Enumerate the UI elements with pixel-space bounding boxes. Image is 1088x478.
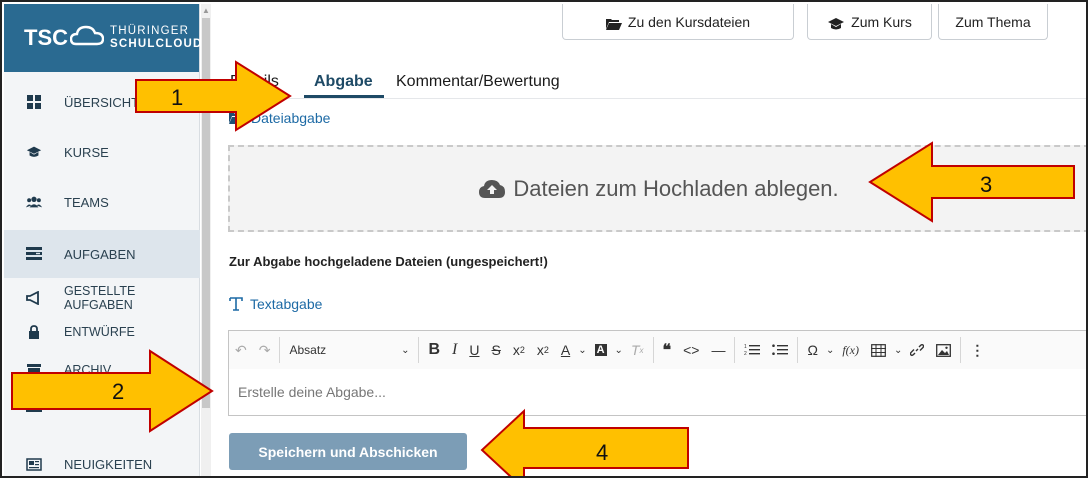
blockquote-icon[interactable]: ❝ bbox=[657, 336, 678, 364]
newspaper-icon bbox=[26, 456, 42, 472]
numbered-list-icon[interactable]: 12 bbox=[738, 336, 766, 364]
course-button[interactable]: Zum Kurs bbox=[807, 4, 932, 40]
bullhorn-icon bbox=[26, 290, 42, 306]
screenshot-frame: TSC THÜRINGER SCHULCLOUD ÜBERSICHT KURSE bbox=[0, 0, 1088, 478]
sidebar-item-label: KURSE bbox=[64, 144, 109, 160]
active-tab-indicator bbox=[304, 95, 384, 98]
course-files-button[interactable]: Zu den Kursdateien bbox=[562, 4, 794, 40]
cloud-logo-icon bbox=[69, 25, 105, 52]
logo-line2: SCHULCLOUD bbox=[110, 38, 203, 50]
chevron-down-icon: ⌄ bbox=[401, 344, 410, 356]
sidebar-subitem-drafts[interactable]: ENTWÜRFE bbox=[4, 320, 200, 344]
text-submission-link[interactable]: Textabgabe bbox=[229, 296, 322, 312]
tab-submission[interactable]: Abgabe bbox=[314, 73, 373, 91]
lock-icon bbox=[26, 324, 42, 340]
chevron-down-icon[interactable]: ⌄ bbox=[824, 336, 836, 364]
sidebar-item-tasks[interactable]: AUFGABEN bbox=[4, 230, 200, 278]
chevron-down-icon[interactable]: ⌄ bbox=[892, 336, 904, 364]
paragraph-format-select[interactable]: Absatz ⌄ bbox=[283, 336, 415, 364]
math-formula-icon[interactable]: f(x) bbox=[836, 336, 865, 364]
folder-open-icon bbox=[605, 18, 622, 30]
annotation-number-4: 4 bbox=[596, 440, 609, 465]
bold-icon[interactable]: B bbox=[422, 336, 446, 364]
sidebar-subitem-label: GESTELLTE AUFGABEN bbox=[64, 284, 136, 312]
font-background-color-icon[interactable]: A bbox=[589, 336, 613, 364]
scroll-up-icon[interactable]: ▲ bbox=[202, 6, 210, 16]
bulleted-list-icon[interactable] bbox=[766, 336, 794, 364]
uploaded-files-heading: Zur Abgabe hochgeladene Dateien (ungespe… bbox=[229, 254, 548, 269]
tab-divider bbox=[228, 98, 1086, 99]
editor-toolbar: ↶ ↷ Absatz ⌄ B I U S x2 x2 A ⌄ A ⌄ Tx ❝ … bbox=[228, 330, 1086, 370]
toolbar-divider bbox=[960, 337, 962, 363]
image-icon[interactable] bbox=[930, 336, 957, 364]
link-icon[interactable] bbox=[904, 336, 930, 364]
dropzone-text: Dateien zum Hochladen ablegen. bbox=[513, 175, 839, 201]
logo-abbr: TSC bbox=[24, 25, 68, 50]
logo-title: THÜRINGER SCHULCLOUD bbox=[110, 25, 203, 51]
subscript-icon[interactable]: x2 bbox=[507, 336, 531, 364]
text-submission-label: Textabgabe bbox=[250, 296, 323, 312]
italic-icon[interactable]: I bbox=[446, 336, 463, 364]
topic-button[interactable]: Zum Thema bbox=[938, 4, 1048, 40]
chevron-down-icon[interactable]: ⌄ bbox=[576, 336, 588, 364]
sidebar-item-label: ÜBERSICHT bbox=[64, 94, 140, 110]
toolbar-divider bbox=[797, 337, 799, 363]
logo-line1: THÜRINGER bbox=[110, 25, 190, 37]
tab-label: Kommentar/Bewertung bbox=[396, 73, 560, 90]
tab-label: Abgabe bbox=[314, 73, 373, 90]
superscript-icon[interactable]: x2 bbox=[531, 336, 555, 364]
tab-comment-grading[interactable]: Kommentar/Bewertung bbox=[396, 73, 560, 91]
course-files-label: Zu den Kursdateien bbox=[627, 14, 751, 30]
graduation-cap-icon bbox=[26, 144, 42, 160]
sidebar-subitem-label: ENTWÜRFE bbox=[64, 325, 135, 339]
toolbar-divider bbox=[418, 337, 420, 363]
topic-label: Zum Thema bbox=[955, 14, 1031, 30]
toolbar-divider bbox=[734, 337, 736, 363]
remove-format-icon[interactable]: Tx bbox=[625, 336, 650, 364]
table-icon[interactable] bbox=[865, 336, 892, 364]
font-color-icon[interactable]: A bbox=[555, 336, 576, 364]
toolbar-divider bbox=[652, 337, 654, 363]
submit-label: Speichern und Abschicken bbox=[258, 443, 438, 460]
annotation-arrow-1 bbox=[135, 60, 292, 132]
special-characters-icon[interactable]: Ω bbox=[801, 336, 823, 364]
annotation-number-1: 1 bbox=[171, 85, 184, 110]
redo-icon[interactable]: ↷ bbox=[253, 336, 277, 364]
strikethrough-icon[interactable]: S bbox=[485, 336, 506, 364]
sidebar-item-label: TEAMS bbox=[64, 194, 109, 210]
chevron-down-icon[interactable]: ⌄ bbox=[613, 336, 625, 364]
toolbar-divider bbox=[279, 337, 281, 363]
sidebar-item-label: AUFGABEN bbox=[64, 246, 136, 262]
dashboard-icon bbox=[26, 94, 42, 110]
annotation-number-3: 3 bbox=[980, 172, 993, 197]
sidebar-subitem-assigned[interactable]: GESTELLTE AUFGABEN bbox=[4, 284, 200, 312]
annotation-arrow-4 bbox=[480, 408, 689, 476]
more-options-icon[interactable]: ⋮ bbox=[964, 336, 990, 364]
save-and-submit-button[interactable]: Speichern und Abschicken bbox=[229, 433, 467, 470]
undo-icon[interactable]: ↶ bbox=[229, 336, 253, 364]
annotation-arrow-3 bbox=[868, 141, 1075, 223]
course-label: Zum Kurs bbox=[851, 14, 912, 30]
users-icon bbox=[26, 194, 42, 210]
editor-placeholder: Erstelle deine Abgabe... bbox=[238, 384, 386, 400]
annotation-number-2: 2 bbox=[112, 379, 125, 404]
horizontal-line-icon[interactable]: — bbox=[705, 336, 731, 364]
code-icon[interactable]: <> bbox=[677, 336, 705, 364]
sidebar-item-teams[interactable]: TEAMS bbox=[4, 184, 200, 220]
sidebar-item-news[interactable]: NEUIGKEITEN bbox=[4, 452, 200, 476]
cloud-upload-icon bbox=[479, 179, 506, 199]
text-format-icon bbox=[229, 297, 243, 311]
underline-icon[interactable]: U bbox=[463, 336, 485, 364]
sidebar-item-label: NEUIGKEITEN bbox=[64, 456, 153, 472]
tasks-icon bbox=[26, 246, 42, 262]
svg-text:1: 1 bbox=[744, 344, 747, 350]
sidebar-item-courses[interactable]: KURSE bbox=[4, 134, 200, 170]
paragraph-format-value: Absatz bbox=[289, 343, 327, 357]
graduation-cap-icon bbox=[827, 18, 845, 30]
svg-text:2: 2 bbox=[744, 351, 747, 357]
